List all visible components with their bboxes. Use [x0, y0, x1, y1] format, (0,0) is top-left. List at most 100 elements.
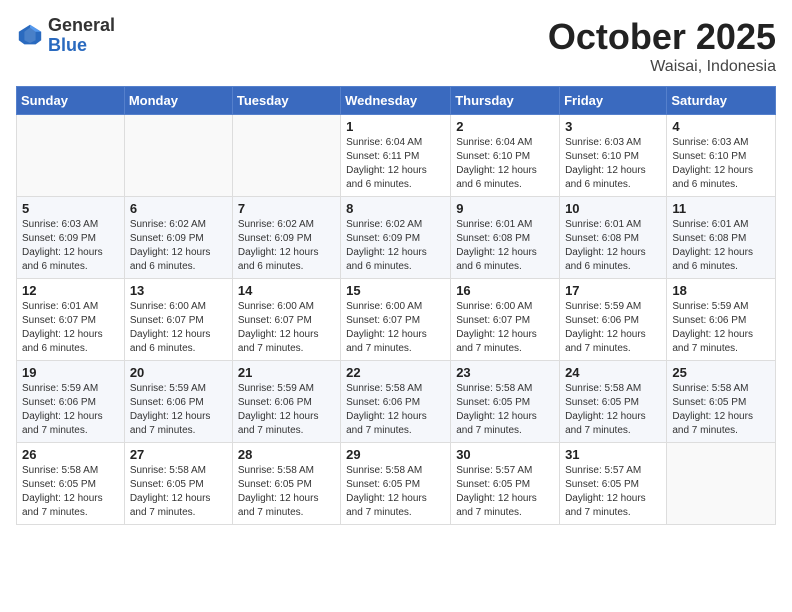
day-info: Sunrise: 6:01 AMSunset: 6:08 PMDaylight:…: [565, 218, 661, 274]
day-number: 17: [565, 283, 661, 298]
day-info: Sunrise: 6:00 AMSunset: 6:07 PMDaylight:…: [456, 300, 554, 356]
day-info: Sunrise: 5:59 AMSunset: 6:06 PMDaylight:…: [130, 382, 227, 438]
day-info: Sunrise: 5:57 AMSunset: 6:05 PMDaylight:…: [565, 464, 661, 520]
location-subtitle: Waisai, Indonesia: [548, 58, 776, 76]
calendar-cell: 7 Sunrise: 6:02 AMSunset: 6:09 PMDaylight…: [232, 197, 340, 279]
day-number: 7: [238, 201, 335, 216]
logo-text: General Blue: [48, 16, 115, 56]
day-info: Sunrise: 5:59 AMSunset: 6:06 PMDaylight:…: [238, 382, 335, 438]
day-number: 14: [238, 283, 335, 298]
title-block: October 2025 Waisai, Indonesia: [548, 16, 776, 76]
day-number: 10: [565, 201, 661, 216]
day-info: Sunrise: 6:03 AMSunset: 6:09 PMDaylight:…: [22, 218, 119, 274]
day-info: Sunrise: 6:02 AMSunset: 6:09 PMDaylight:…: [130, 218, 227, 274]
month-title: October 2025: [548, 16, 776, 58]
day-info: Sunrise: 6:01 AMSunset: 6:08 PMDaylight:…: [672, 218, 770, 274]
day-info: Sunrise: 5:58 AMSunset: 6:05 PMDaylight:…: [130, 464, 227, 520]
calendar-cell: 11 Sunrise: 6:01 AMSunset: 6:08 PMDayligh…: [667, 197, 776, 279]
weekday-header-saturday: Saturday: [667, 87, 776, 115]
calendar-cell: 8 Sunrise: 6:02 AMSunset: 6:09 PMDaylight…: [341, 197, 451, 279]
calendar-cell: 18 Sunrise: 5:59 AMSunset: 6:06 PMDayligh…: [667, 279, 776, 361]
day-number: 31: [565, 447, 661, 462]
day-number: 2: [456, 119, 554, 134]
day-info: Sunrise: 5:58 AMSunset: 6:05 PMDaylight:…: [456, 382, 554, 438]
calendar-cell: 27 Sunrise: 5:58 AMSunset: 6:05 PMDayligh…: [124, 443, 232, 525]
calendar-cell: 22 Sunrise: 5:58 AMSunset: 6:06 PMDayligh…: [341, 361, 451, 443]
day-info: Sunrise: 6:01 AMSunset: 6:07 PMDaylight:…: [22, 300, 119, 356]
calendar-cell: 2 Sunrise: 6:04 AMSunset: 6:10 PMDaylight…: [451, 115, 560, 197]
day-info: Sunrise: 5:59 AMSunset: 6:06 PMDaylight:…: [565, 300, 661, 356]
day-info: Sunrise: 5:58 AMSunset: 6:05 PMDaylight:…: [672, 382, 770, 438]
day-number: 11: [672, 201, 770, 216]
day-info: Sunrise: 5:59 AMSunset: 6:06 PMDaylight:…: [22, 382, 119, 438]
day-number: 12: [22, 283, 119, 298]
day-number: 4: [672, 119, 770, 134]
day-info: Sunrise: 5:58 AMSunset: 6:05 PMDaylight:…: [346, 464, 445, 520]
calendar-table: SundayMondayTuesdayWednesdayThursdayFrid…: [16, 86, 776, 525]
logo-general: General: [48, 16, 115, 36]
day-number: 15: [346, 283, 445, 298]
day-info: Sunrise: 5:58 AMSunset: 6:05 PMDaylight:…: [565, 382, 661, 438]
day-number: 20: [130, 365, 227, 380]
calendar-cell: 25 Sunrise: 5:58 AMSunset: 6:05 PMDayligh…: [667, 361, 776, 443]
day-info: Sunrise: 5:58 AMSunset: 6:05 PMDaylight:…: [238, 464, 335, 520]
calendar-week-5: 26 Sunrise: 5:58 AMSunset: 6:05 PMDayligh…: [17, 443, 776, 525]
day-info: Sunrise: 5:57 AMSunset: 6:05 PMDaylight:…: [456, 464, 554, 520]
day-info: Sunrise: 6:01 AMSunset: 6:08 PMDaylight:…: [456, 218, 554, 274]
calendar-cell: 16Sunrise: 6:00 AMSunset: 6:07 PMDayligh…: [451, 279, 560, 361]
calendar-week-2: 5Sunrise: 6:03 AMSunset: 6:09 PMDaylight…: [17, 197, 776, 279]
weekday-header-monday: Monday: [124, 87, 232, 115]
day-info: Sunrise: 5:58 AMSunset: 6:05 PMDaylight:…: [22, 464, 119, 520]
calendar-week-1: 1 Sunrise: 6:04 AMSunset: 6:11 PMDaylight…: [17, 115, 776, 197]
day-info: Sunrise: 6:04 AMSunset: 6:10 PMDaylight:…: [456, 136, 554, 192]
calendar-cell: 9 Sunrise: 6:01 AMSunset: 6:08 PMDaylight…: [451, 197, 560, 279]
weekday-header-friday: Friday: [560, 87, 667, 115]
page-header: General Blue October 2025 Waisai, Indone…: [16, 16, 776, 76]
day-number: 27: [130, 447, 227, 462]
calendar-cell: 3Sunrise: 6:03 AMSunset: 6:10 PMDaylight…: [560, 115, 667, 197]
day-number: 24: [565, 365, 661, 380]
day-number: 1: [346, 119, 445, 134]
day-info: Sunrise: 6:03 AMSunset: 6:10 PMDaylight:…: [672, 136, 770, 192]
day-number: 30: [456, 447, 554, 462]
day-info: Sunrise: 6:04 AMSunset: 6:11 PMDaylight:…: [346, 136, 445, 192]
day-number: 9: [456, 201, 554, 216]
logo-blue: Blue: [48, 36, 115, 56]
day-info: Sunrise: 6:00 AMSunset: 6:07 PMDaylight:…: [238, 300, 335, 356]
calendar-cell: 20 Sunrise: 5:59 AMSunset: 6:06 PMDayligh…: [124, 361, 232, 443]
calendar-cell: [124, 115, 232, 197]
day-number: 18: [672, 283, 770, 298]
day-info: Sunrise: 6:03 AMSunset: 6:10 PMDaylight:…: [565, 136, 661, 192]
weekday-header-wednesday: Wednesday: [341, 87, 451, 115]
weekday-header-sunday: Sunday: [17, 87, 125, 115]
calendar-cell: [232, 115, 340, 197]
day-number: 6: [130, 201, 227, 216]
calendar-cell: 19 Sunrise: 5:59 AMSunset: 6:06 PMDayligh…: [17, 361, 125, 443]
day-number: 8: [346, 201, 445, 216]
calendar-cell: 26 Sunrise: 5:58 AMSunset: 6:05 PMDayligh…: [17, 443, 125, 525]
weekday-header-tuesday: Tuesday: [232, 87, 340, 115]
day-number: 26: [22, 447, 119, 462]
calendar-cell: [667, 443, 776, 525]
calendar-cell: 31 Sunrise: 5:57 AMSunset: 6:05 PMDayligh…: [560, 443, 667, 525]
calendar-cell: 30 Sunrise: 5:57 AMSunset: 6:05 PMDayligh…: [451, 443, 560, 525]
calendar-cell: 24 Sunrise: 5:58 AMSunset: 6:05 PMDayligh…: [560, 361, 667, 443]
day-number: 29: [346, 447, 445, 462]
day-info: Sunrise: 6:02 AMSunset: 6:09 PMDaylight:…: [238, 218, 335, 274]
day-number: 25: [672, 365, 770, 380]
calendar-cell: 4 Sunrise: 6:03 AMSunset: 6:10 PMDaylight…: [667, 115, 776, 197]
calendar-cell: 5Sunrise: 6:03 AMSunset: 6:09 PMDaylight…: [17, 197, 125, 279]
calendar-cell: 13Sunrise: 6:00 AMSunset: 6:07 PMDayligh…: [124, 279, 232, 361]
weekday-header-thursday: Thursday: [451, 87, 560, 115]
day-info: Sunrise: 6:02 AMSunset: 6:09 PMDaylight:…: [346, 218, 445, 274]
weekday-header-row: SundayMondayTuesdayWednesdayThursdayFrid…: [17, 87, 776, 115]
day-number: 19: [22, 365, 119, 380]
logo: General Blue: [16, 16, 115, 56]
day-info: Sunrise: 5:58 AMSunset: 6:06 PMDaylight:…: [346, 382, 445, 438]
day-number: 22: [346, 365, 445, 380]
day-number: 23: [456, 365, 554, 380]
day-info: Sunrise: 6:00 AMSunset: 6:07 PMDaylight:…: [130, 300, 227, 356]
calendar-cell: 23 Sunrise: 5:58 AMSunset: 6:05 PMDayligh…: [451, 361, 560, 443]
day-info: Sunrise: 5:59 AMSunset: 6:06 PMDaylight:…: [672, 300, 770, 356]
calendar-cell: 14 Sunrise: 6:00 AMSunset: 6:07 PMDayligh…: [232, 279, 340, 361]
